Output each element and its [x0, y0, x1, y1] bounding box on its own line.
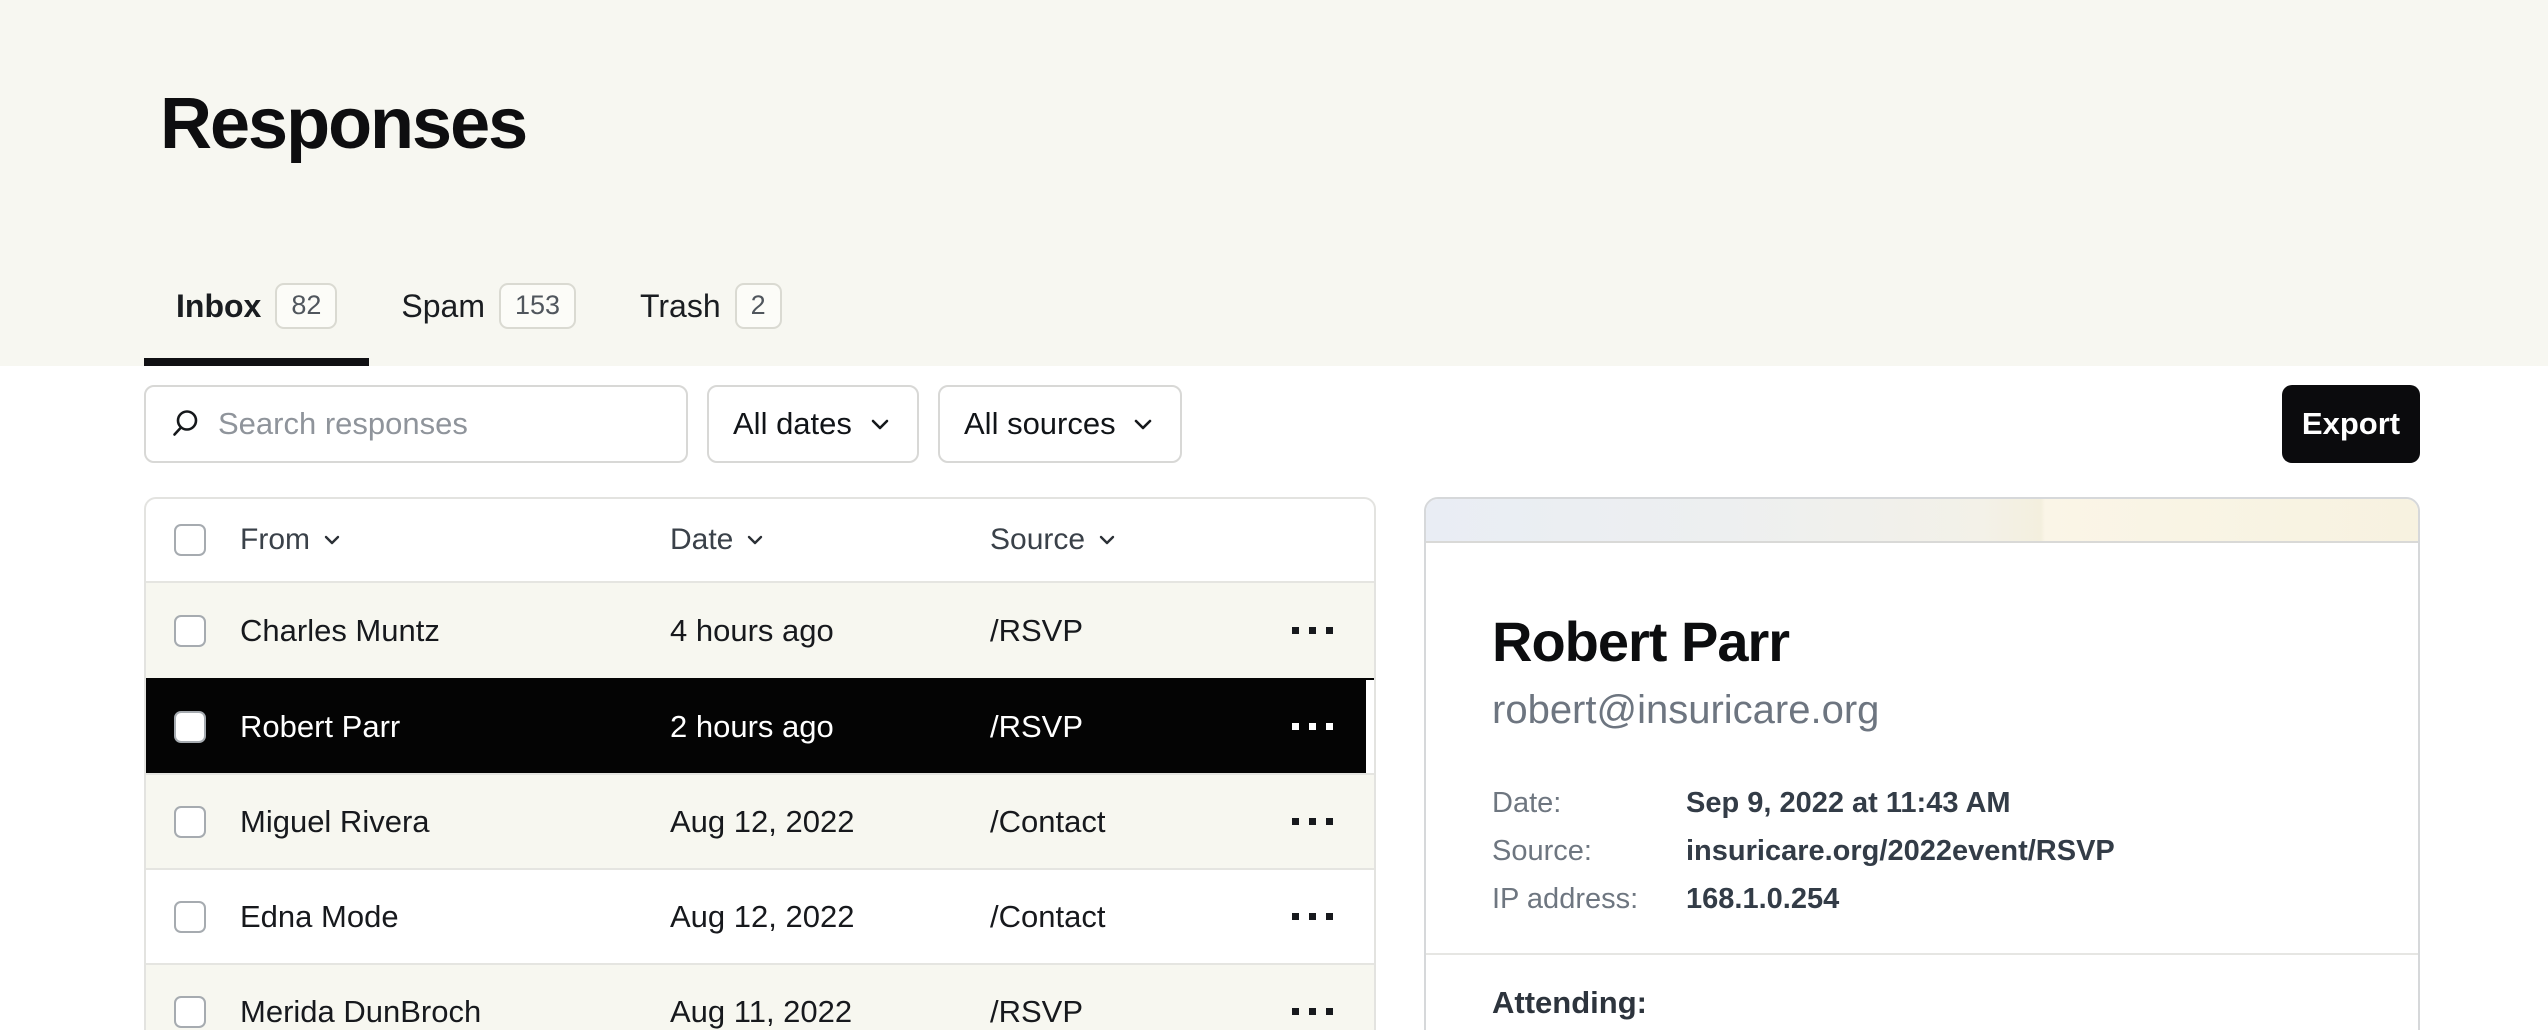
responses-table: From Date Source Charles Muntz	[144, 497, 1376, 1030]
table-header-row: From Date Source	[146, 499, 1374, 583]
search-icon	[168, 407, 202, 441]
field-label: Source:	[1492, 827, 1686, 875]
table-row-selected[interactable]: Robert Parr 2 hours ago /RSVP	[146, 678, 1374, 773]
row-from: Merida DunBroch	[240, 994, 670, 1030]
row-date: 4 hours ago	[670, 613, 990, 649]
tab-spam-count-badge: 153	[499, 283, 576, 329]
date-filter-dropdown[interactable]: All dates	[707, 385, 919, 463]
tab-spam[interactable]: Spam 153	[369, 254, 608, 366]
detail-field-source: Source: insuricare.org/2022event/RSVP	[1492, 827, 2352, 875]
table-row[interactable]: Merida DunBroch Aug 11, 2022 /RSVP	[146, 963, 1374, 1030]
table-row[interactable]: Edna Mode Aug 12, 2022 /Contact	[146, 868, 1374, 963]
row-checkbox[interactable]	[174, 615, 206, 647]
search-input[interactable]	[218, 406, 686, 442]
toolbar: All dates All sources Export	[144, 385, 2420, 463]
field-value: Sep 9, 2022 at 11:43 AM	[1686, 779, 2011, 827]
chevron-down-icon	[1097, 530, 1117, 550]
row-menu-icon[interactable]	[1250, 609, 1374, 652]
field-value: insuricare.org/2022event/RSVP	[1686, 827, 2115, 875]
panel-content: Robert Parr robert@insuricare.org Date: …	[1426, 609, 2418, 1021]
export-button[interactable]: Export	[2282, 385, 2420, 463]
row-source: /Contact	[990, 804, 1250, 840]
field-label: IP address:	[1492, 875, 1686, 923]
tab-bar: Inbox 82 Spam 153 Trash 2	[144, 254, 814, 366]
column-header-date[interactable]: Date	[670, 523, 990, 557]
row-source: /RSVP	[990, 709, 1250, 745]
page-title: Responses	[0, 0, 2548, 160]
chevron-down-icon	[745, 530, 765, 550]
chevron-down-icon	[867, 411, 893, 437]
row-checkbox[interactable]	[174, 901, 206, 933]
row-source: /RSVP	[990, 994, 1250, 1030]
detail-name: Robert Parr	[1492, 609, 2352, 674]
main-content: From Date Source Charles Muntz	[144, 497, 2420, 1030]
table-row[interactable]: Miguel Rivera Aug 12, 2022 /Contact	[146, 773, 1374, 868]
tab-inbox[interactable]: Inbox 82	[144, 254, 369, 366]
row-checkbox[interactable]	[174, 711, 206, 743]
panel-divider	[1426, 953, 2418, 955]
row-date: Aug 11, 2022	[670, 994, 990, 1030]
row-menu-icon[interactable]	[1250, 990, 1374, 1030]
row-checkbox[interactable]	[174, 806, 206, 838]
date-filter-label: All dates	[733, 406, 852, 442]
source-filter-dropdown[interactable]: All sources	[938, 385, 1182, 463]
table-row[interactable]: Charles Muntz 4 hours ago /RSVP	[146, 583, 1374, 678]
column-header-source[interactable]: Source	[990, 523, 1250, 557]
row-menu-icon[interactable]	[1250, 895, 1374, 938]
row-date: 2 hours ago	[670, 709, 990, 745]
select-all-checkbox[interactable]	[174, 524, 206, 556]
column-header-from[interactable]: From	[240, 523, 670, 557]
tab-inbox-label: Inbox	[176, 288, 261, 325]
panel-gradient-band	[1426, 499, 2418, 543]
row-source: /RSVP	[990, 613, 1250, 649]
attending-heading: Attending:	[1492, 985, 2352, 1021]
row-date: Aug 12, 2022	[670, 899, 990, 935]
row-from: Miguel Rivera	[240, 804, 670, 840]
detail-field-date: Date: Sep 9, 2022 at 11:43 AM	[1492, 779, 2352, 827]
row-menu-icon[interactable]	[1250, 800, 1374, 843]
row-from: Edna Mode	[240, 899, 670, 935]
tab-trash-count-badge: 2	[735, 283, 782, 329]
search-box[interactable]	[144, 385, 688, 463]
response-detail-panel: Robert Parr robert@insuricare.org Date: …	[1424, 497, 2420, 1030]
detail-fields: Date: Sep 9, 2022 at 11:43 AM Source: in…	[1492, 779, 2352, 923]
row-source: /Contact	[990, 899, 1250, 935]
detail-field-ip: IP address: 168.1.0.254	[1492, 875, 2352, 923]
row-from: Charles Muntz	[240, 613, 670, 649]
field-value: 168.1.0.254	[1686, 875, 1839, 923]
tab-inbox-count-badge: 82	[275, 283, 337, 329]
row-from: Robert Parr	[240, 709, 670, 745]
row-menu-icon[interactable]	[1250, 705, 1374, 748]
row-checkbox[interactable]	[174, 996, 206, 1028]
chevron-down-icon	[322, 530, 342, 550]
detail-email: robert@insuricare.org	[1492, 688, 2352, 733]
source-filter-label: All sources	[964, 406, 1116, 442]
header-section: Responses Inbox 82 Spam 153 Trash 2	[0, 0, 2548, 366]
tab-trash[interactable]: Trash 2	[608, 254, 814, 366]
tab-trash-label: Trash	[640, 288, 721, 325]
row-date: Aug 12, 2022	[670, 804, 990, 840]
tab-spam-label: Spam	[401, 288, 485, 325]
chevron-down-icon	[1130, 411, 1156, 437]
field-label: Date:	[1492, 779, 1686, 827]
